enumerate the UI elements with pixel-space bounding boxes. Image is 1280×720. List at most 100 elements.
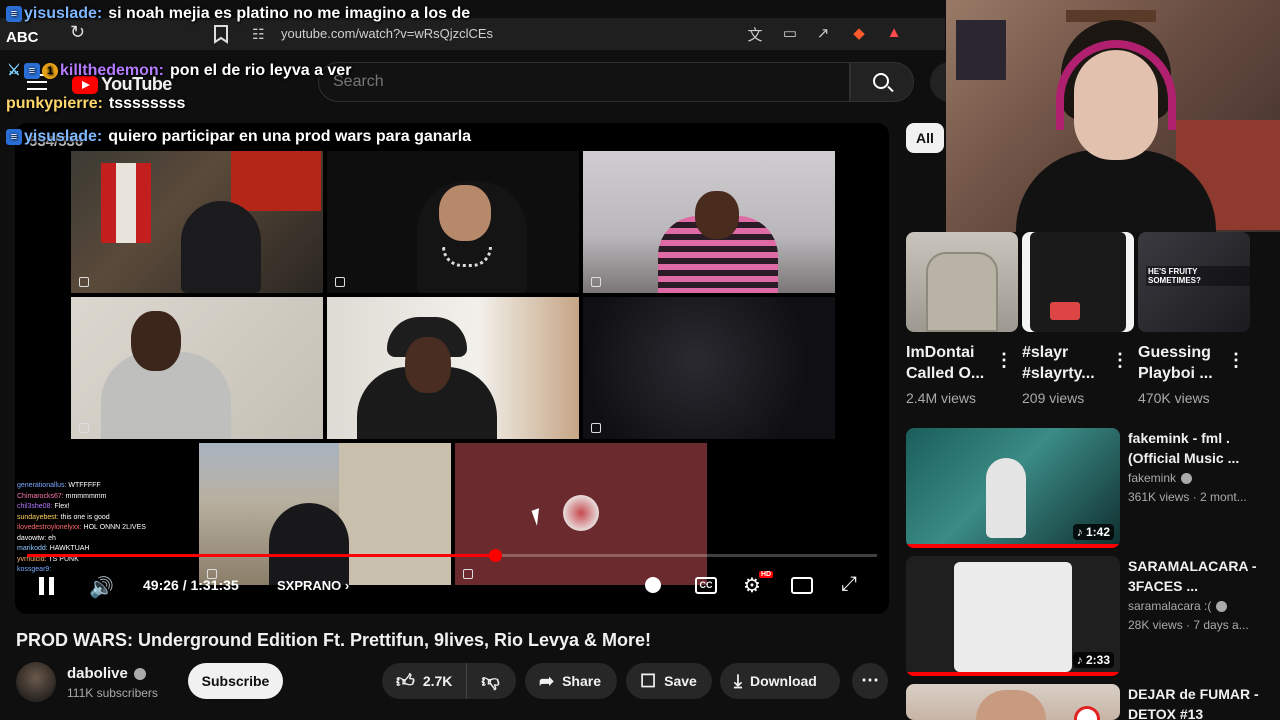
mini-chat-line: marikodd: HAWKTUAH [17, 545, 90, 552]
scrubber-handle[interactable] [488, 549, 502, 562]
save-button[interactable]: ☐ Save [626, 663, 712, 699]
no-smoking-icon [1074, 706, 1100, 720]
channel-name[interactable]: dabolive [67, 665, 146, 682]
like-button[interactable]: 👍︎ 2.7K [382, 663, 468, 699]
short-thumbnail[interactable]: HE'S FRUITY SOMETIMES? [1138, 232, 1250, 332]
video-channel[interactable]: saramalacara :( [1128, 599, 1228, 613]
like-dislike-group: 👍︎ 2.7K 👎︎ [382, 663, 516, 699]
video-tile [455, 443, 707, 585]
watched-bar [906, 544, 1120, 548]
translate-icon[interactable]: 文 [745, 24, 765, 44]
video-thumbnail[interactable]: ♪ 2:33 [906, 556, 1120, 676]
autoplay-toggle[interactable] [645, 577, 661, 593]
video-channel[interactable]: fakemink [1128, 471, 1193, 485]
chat-username: killthedemon: [60, 62, 165, 79]
brave-shield-icon[interactable]: ◆ [849, 24, 869, 44]
fullscreen-icon[interactable]: ⤢ [841, 573, 857, 596]
cast-icon[interactable]: ▭ [780, 24, 800, 44]
save-bookmark-icon: ☐ [640, 670, 657, 691]
short-views: 470K views [1138, 390, 1210, 406]
subscriber-count: 111K subscribers [67, 686, 158, 700]
video-tile [327, 151, 579, 293]
download-icon: ⤓ [734, 670, 742, 691]
mod-sword-icon: ⚔ [7, 62, 21, 79]
channel-avatar[interactable] [16, 662, 56, 702]
video-title-link[interactable]: fakemink - fml . (Official Music ... [1128, 428, 1268, 468]
mini-chat-line: davowtw: eh [17, 534, 56, 542]
video-tile [583, 297, 835, 439]
download-button[interactable]: ⤓ Download [720, 663, 840, 699]
tile-icon [79, 423, 89, 433]
tile-icon [591, 277, 601, 287]
search-button[interactable] [850, 62, 914, 102]
search-box[interactable] [318, 62, 850, 102]
site-settings-icon[interactable]: ☷ [252, 26, 265, 43]
short-menu-icon[interactable]: ⋮ [995, 350, 1013, 371]
reload-icon[interactable]: ↻ [70, 22, 85, 43]
share-page-icon[interactable]: ↗ [813, 24, 833, 44]
streamer-facecam [946, 0, 1280, 232]
chat-text: tssssssss [108, 95, 186, 112]
tile-icon [335, 423, 345, 433]
subtitles-button[interactable]: CC [695, 577, 717, 594]
video-title: PROD WARS: Underground Edition Ft. Prett… [16, 630, 652, 650]
thumbs-down-icon: 👎︎ [481, 671, 500, 691]
rewards-icon[interactable]: ▲ [884, 24, 904, 44]
mini-chat-line: sundayebest: this one is good [17, 513, 110, 521]
dislike-button[interactable]: 👎︎ [467, 670, 513, 692]
video-title-link[interactable]: DEJAR de FUMAR - DETOX #13 [1128, 684, 1268, 720]
short-title[interactable]: ImDontai Called O... [906, 342, 996, 384]
video-thumbnail[interactable]: ♪ 1:42 [906, 428, 1120, 548]
pause-button[interactable] [39, 577, 55, 595]
chat-message: punkypierre: tssssssss [6, 95, 185, 113]
video-player[interactable]: 534/536 generationallus: WTFFFFF Chimaro… [15, 123, 889, 614]
short-menu-icon[interactable]: ⋮ [1227, 350, 1245, 371]
chat-message: ≡ yisuslade: quiero participar en una pr… [6, 128, 471, 146]
progress-bar[interactable] [27, 549, 877, 562]
search-input[interactable] [333, 73, 813, 91]
miniplayer-button[interactable] [791, 577, 813, 594]
video-thumbnail[interactable] [906, 684, 1120, 720]
sub-badge-icon: ≡ [6, 129, 22, 145]
video-title-link[interactable]: SARAMALACARA -3FACES ... [1128, 556, 1268, 596]
video-tile [71, 297, 323, 439]
gift-badge-icon: 1 [42, 63, 58, 79]
chapter-button[interactable]: SXPRANO › [277, 578, 349, 593]
chat-username: yisuslade: [24, 5, 103, 22]
address-bar[interactable]: youtube.com/watch?v=wRsQjzclCEs [281, 26, 493, 41]
video-meta: 361K views · 2 mont... [1128, 490, 1247, 504]
short-menu-icon[interactable]: ⋮ [1111, 350, 1129, 371]
short-title[interactable]: #slayr #slayrty... [1022, 342, 1112, 384]
short-title[interactable]: Guessing Playboi ... [1138, 342, 1228, 384]
video-tile [327, 297, 579, 439]
short-views: 2.4M views [906, 390, 977, 406]
mini-chat-line: generationallus: WTFFFFF [17, 482, 101, 489]
short-thumbnail[interactable] [1022, 232, 1134, 332]
short-caption: HE'S FRUITY SOMETIMES? [1146, 266, 1250, 286]
video-tile [583, 151, 835, 293]
chapter-label: SXPRANO [277, 578, 342, 593]
watched-bar [906, 672, 1120, 676]
progress-fill [27, 554, 495, 557]
more-actions-button[interactable]: ⋯ [852, 663, 888, 699]
video-tile [199, 443, 451, 585]
share-icon: ➦ [539, 670, 555, 691]
short-thumbnail[interactable] [906, 232, 1018, 332]
chat-text: quiero participar en una prod wars para … [108, 128, 472, 145]
volume-icon[interactable]: 🔊 [89, 575, 114, 600]
mini-chat-line: Chimarocks67: mmmmmmm [17, 492, 107, 500]
search-icon [873, 73, 889, 89]
video-duration: ♪ 1:42 [1072, 524, 1114, 540]
share-button[interactable]: ➦ Share [525, 663, 617, 699]
like-count: 2.7K [422, 673, 453, 689]
chat-message: ⚔ ≡ 1 killthedemon: pon el de rio leyva … [6, 62, 351, 80]
avatar-blob [563, 495, 599, 531]
short-views: 209 views [1022, 390, 1085, 406]
subscribe-button[interactable]: Subscribe [188, 663, 283, 699]
filter-chip-all[interactable]: All [906, 123, 944, 153]
chat-message: ≡ yisuslade: si noah mejia es platino no… [6, 5, 470, 23]
embedded-chat: generationallus: WTFFFFF Chimarocks67: m… [17, 481, 197, 576]
mini-chat-line: chil3she08: Flex! [17, 503, 70, 510]
mini-chat-line: ilovedestroylonelyxx: HOL ONNN 2LIVES [17, 524, 146, 531]
bookmark-icon[interactable] [212, 24, 230, 44]
